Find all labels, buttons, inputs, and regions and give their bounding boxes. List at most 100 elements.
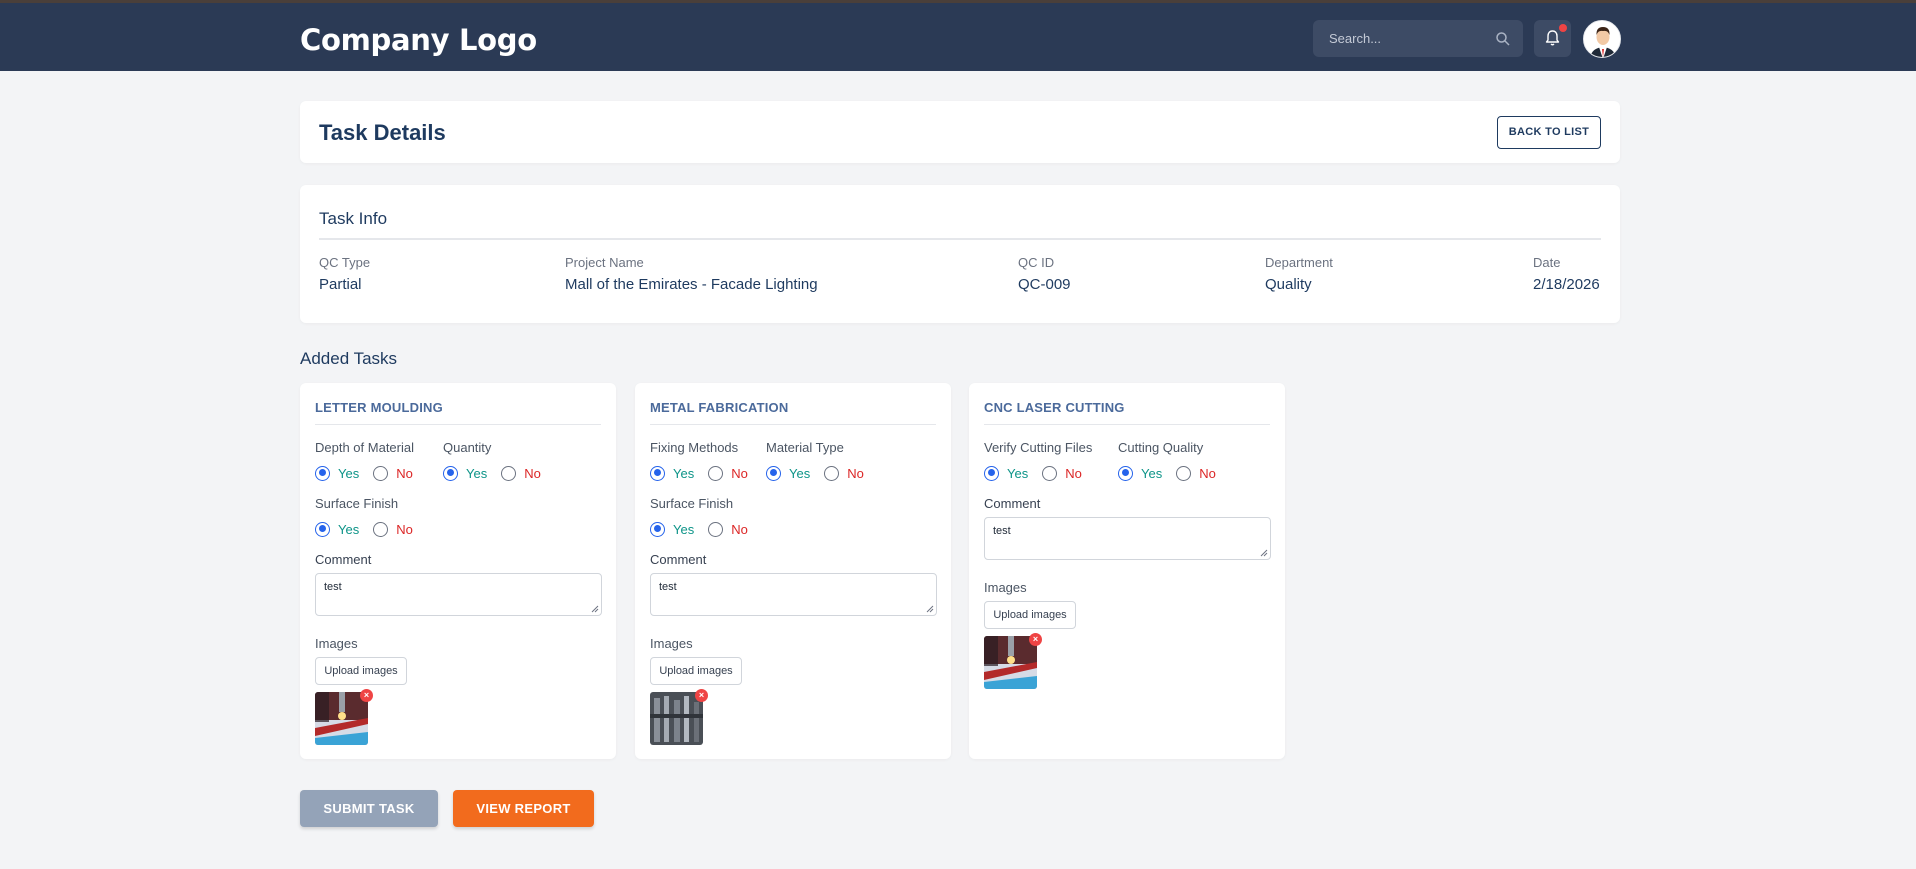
info-field-department: Department Quality (1265, 255, 1333, 293)
radio-yes-label[interactable]: Yes (338, 522, 359, 537)
search-input[interactable] (1313, 20, 1493, 57)
question-label: Cutting Quality (1118, 440, 1204, 455)
radio-yes[interactable] (315, 465, 330, 481)
resize-handle-icon[interactable] (926, 605, 934, 613)
radio-no[interactable] (708, 521, 724, 537)
images-label: Images (984, 580, 1027, 595)
radio-no[interactable] (373, 521, 389, 537)
radio-group-surface-finish: Yes No (315, 520, 413, 538)
info-field-project-name: Project Name Mall of the Emirates - Faca… (565, 255, 818, 293)
radio-yes-label[interactable]: Yes (673, 466, 694, 481)
radio-yes[interactable] (315, 521, 330, 537)
info-label: Date (1533, 255, 1561, 270)
radio-group-quantity: Yes No (443, 464, 541, 482)
comment-textarea[interactable]: test (650, 573, 937, 616)
task-card-metal-fabrication: METAL FABRICATION Fixing Methods Yes No … (635, 383, 951, 759)
image-thumbnail[interactable] (650, 692, 703, 745)
info-field-qc-type: QC Type Partial (319, 255, 370, 293)
back-to-list-button[interactable]: BACK TO LIST (1497, 116, 1601, 149)
radio-yes-label[interactable]: Yes (1141, 466, 1162, 481)
resize-handle-icon[interactable] (591, 605, 599, 613)
remove-image-button[interactable]: × (360, 689, 373, 702)
comment-label: Comment (650, 552, 707, 567)
radio-no-label[interactable]: No (524, 466, 541, 481)
radio-yes-label[interactable]: Yes (338, 466, 359, 481)
radio-no-label[interactable]: No (396, 466, 413, 481)
question-label: Depth of Material (315, 440, 414, 455)
resize-handle-icon[interactable] (1260, 549, 1268, 557)
divider (650, 424, 936, 425)
divider (319, 238, 1601, 240)
comment-textarea[interactable]: test (315, 573, 602, 616)
info-label: QC ID (1018, 255, 1055, 270)
question-label: Verify Cutting Files (984, 440, 1093, 455)
radio-yes-label[interactable]: Yes (466, 466, 487, 481)
question-label: Surface Finish (315, 496, 399, 511)
laser-cutting-photo (984, 636, 1037, 689)
added-tasks-title: Added Tasks (300, 349, 398, 368)
radio-yes-label[interactable]: Yes (1007, 466, 1028, 481)
radio-yes[interactable] (984, 465, 999, 481)
view-report-button[interactable]: VIEW REPORT (453, 790, 594, 827)
radio-no-label[interactable]: No (1199, 466, 1216, 481)
task-title: LETTER MOULDING (315, 400, 443, 415)
radio-no[interactable] (1176, 465, 1192, 481)
radio-group-cutting-quality: Yes No (1118, 464, 1216, 482)
radio-no[interactable] (708, 465, 724, 481)
comment-text: test (993, 525, 1011, 537)
search-icon[interactable] (1495, 31, 1511, 47)
radio-no-label[interactable]: No (731, 466, 748, 481)
user-avatar[interactable] (1583, 20, 1621, 58)
info-label: Project Name (565, 255, 644, 270)
images-label: Images (315, 636, 358, 651)
task-title: CNC LASER CUTTING (984, 400, 1125, 415)
radio-yes[interactable] (1118, 465, 1133, 481)
radio-yes[interactable] (766, 465, 781, 481)
question-label: Material Type (766, 440, 844, 455)
search-box[interactable] (1313, 20, 1523, 57)
radio-no[interactable] (1042, 465, 1058, 481)
comment-text: test (659, 581, 677, 593)
upload-images-button[interactable]: Upload images (315, 657, 407, 685)
radio-yes[interactable] (650, 465, 665, 481)
info-value: Quality (1265, 276, 1312, 293)
upload-images-button[interactable]: Upload images (984, 601, 1076, 629)
comment-textarea[interactable]: test (984, 517, 1271, 560)
radio-group-fixing-methods: Yes No (650, 464, 748, 482)
radio-yes[interactable] (443, 465, 458, 481)
info-value: 2/18/2026 (1533, 276, 1600, 293)
radio-no-label[interactable]: No (731, 522, 748, 537)
divider (984, 424, 1270, 425)
submit-task-button[interactable]: SUBMIT TASK (300, 790, 438, 827)
comment-label: Comment (315, 552, 372, 567)
info-value: Partial (319, 276, 362, 293)
remove-image-button[interactable]: × (1029, 633, 1042, 646)
radio-no-label[interactable]: No (847, 466, 864, 481)
notifications-button[interactable] (1534, 20, 1571, 57)
radio-yes[interactable] (650, 521, 665, 537)
remove-image-button[interactable]: × (695, 689, 708, 702)
info-field-qc-id: QC ID QC-009 (1018, 255, 1071, 293)
image-thumbnail[interactable] (315, 692, 368, 745)
top-navbar: Company Logo (0, 0, 1916, 71)
task-card-letter-moulding: LETTER MOULDING Depth of Material Yes No… (300, 383, 616, 759)
info-label: Department (1265, 255, 1333, 270)
image-thumbnail[interactable] (984, 636, 1037, 689)
radio-no[interactable] (501, 465, 517, 481)
radio-yes-label[interactable]: Yes (673, 522, 694, 537)
radio-no[interactable] (373, 465, 389, 481)
upload-images-button[interactable]: Upload images (650, 657, 742, 685)
company-logo[interactable]: Company Logo (300, 23, 537, 57)
radio-group-depth-of-material: Yes No (315, 464, 413, 482)
info-field-date: Date 2/18/2026 (1533, 255, 1600, 293)
radio-no[interactable] (824, 465, 840, 481)
question-label: Fixing Methods (650, 440, 739, 455)
task-title: METAL FABRICATION (650, 400, 789, 415)
metal-fabrication-photo (650, 692, 703, 745)
radio-no-label[interactable]: No (396, 522, 413, 537)
info-value: QC-009 (1018, 276, 1071, 293)
images-label: Images (650, 636, 693, 651)
page-header-card: Task Details BACK TO LIST (300, 101, 1620, 163)
radio-yes-label[interactable]: Yes (789, 466, 810, 481)
radio-no-label[interactable]: No (1065, 466, 1082, 481)
